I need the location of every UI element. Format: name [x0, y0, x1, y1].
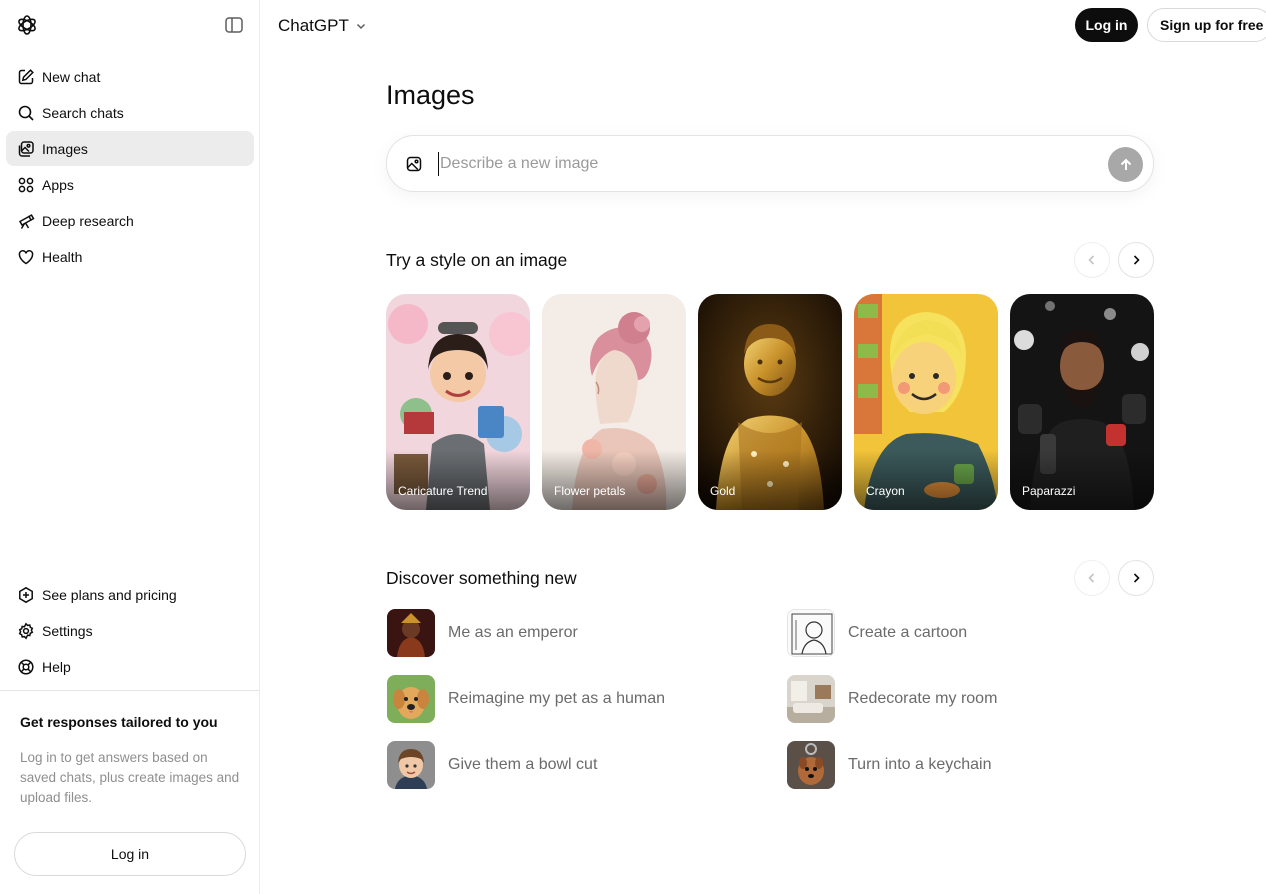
- style-card-label: Paparazzi: [1022, 484, 1076, 498]
- discover-item-redecorate-room[interactable]: Redecorate my room: [787, 675, 997, 723]
- arrow-up-icon: [1120, 158, 1131, 170]
- promo-title: Get responses tailored to you: [20, 714, 218, 730]
- sidebar-item-health[interactable]: Health: [6, 239, 254, 274]
- sidebar-nav: New chat Search chats Images Apps Deep r…: [6, 59, 254, 275]
- openai-logo-icon[interactable]: [15, 13, 39, 37]
- card-shade: [542, 450, 686, 510]
- cartoon-thumbnail: [787, 609, 835, 657]
- sidebar-toggle-icon[interactable]: [224, 15, 244, 35]
- sidebar-item-plans[interactable]: See plans and pricing: [6, 577, 254, 612]
- sidebar-item-settings[interactable]: Settings: [6, 613, 254, 648]
- style-card-flower-petals[interactable]: Flower petals: [542, 294, 686, 510]
- model-name: ChatGPT: [278, 16, 349, 35]
- style-card-label: Caricature Trend: [398, 484, 488, 498]
- compose-icon: [17, 68, 35, 86]
- discover-item-cartoon[interactable]: Create a cartoon: [787, 609, 967, 657]
- discover-section-title: Discover something new: [386, 568, 577, 588]
- sidebar-login-button[interactable]: Log in: [14, 832, 246, 876]
- styles-section-title: Try a style on an image: [386, 250, 568, 270]
- apps-grid-icon: [17, 176, 35, 194]
- telescope-icon: [17, 212, 35, 230]
- keychain-thumbnail: [787, 741, 835, 789]
- heart-icon: [17, 248, 35, 266]
- chevron-right-icon: [1133, 573, 1140, 583]
- sidebar: New chat Search chats Images Apps Deep r…: [0, 0, 260, 894]
- room-thumbnail: [787, 675, 835, 723]
- pet-thumbnail: [387, 675, 435, 723]
- style-card-label: Gold: [710, 484, 736, 498]
- gear-icon: [17, 622, 35, 640]
- card-shade: [386, 450, 530, 510]
- emperor-thumbnail: [387, 609, 435, 657]
- sidebar-item-apps[interactable]: Apps: [6, 167, 254, 202]
- sidebar-item-label: Settings: [42, 622, 93, 639]
- help-lifebuoy-icon: [17, 658, 35, 676]
- image-composer: [386, 135, 1154, 192]
- discover-item-bowl-cut[interactable]: Give them a bowl cut: [387, 741, 597, 789]
- sidebar-item-help[interactable]: Help: [6, 649, 254, 684]
- sidebar-item-label: See plans and pricing: [42, 586, 177, 603]
- discover-item-label: Give them a bowl cut: [448, 756, 598, 773]
- style-card-crayon[interactable]: Crayon: [854, 294, 998, 510]
- signup-button[interactable]: Sign up for free: [1147, 8, 1266, 42]
- card-shade: [1010, 450, 1154, 510]
- discover-item-label: Reimagine my pet as a human: [448, 690, 665, 707]
- sidebar-item-label: Deep research: [42, 212, 134, 229]
- image-upload-icon[interactable]: [405, 155, 423, 173]
- login-button[interactable]: Log in: [1075, 8, 1138, 42]
- sidebar-item-deep-research[interactable]: Deep research: [6, 203, 254, 238]
- discover-item-label: Redecorate my room: [848, 690, 998, 707]
- bowl-cut-thumbnail: [387, 741, 435, 789]
- plans-icon: [17, 586, 35, 604]
- styles-prev-button[interactable]: [1074, 242, 1110, 278]
- styles-next-button[interactable]: [1118, 242, 1154, 278]
- discover-item-label: Me as an emperor: [448, 624, 578, 641]
- model-switcher[interactable]: ChatGPT: [278, 14, 367, 38]
- card-shade: [698, 450, 842, 510]
- describe-image-input[interactable]: [438, 152, 1098, 176]
- sidebar-item-label: Help: [42, 658, 71, 675]
- search-icon: [17, 104, 35, 122]
- discover-item-label: Create a cartoon: [848, 624, 968, 641]
- sidebar-bottom-nav: See plans and pricing Settings Help: [6, 577, 254, 685]
- images-icon: [17, 140, 35, 158]
- chevron-left-icon: [1088, 255, 1095, 265]
- sidebar-item-search-chats[interactable]: Search chats: [6, 95, 254, 130]
- discover-item-label: Turn into a keychain: [848, 756, 992, 773]
- chevron-down-icon: [356, 23, 365, 30]
- discover-item-emperor[interactable]: Me as an emperor: [387, 609, 578, 657]
- page-title: Images: [386, 80, 475, 110]
- discover-next-button[interactable]: [1118, 560, 1154, 596]
- card-shade: [854, 450, 998, 510]
- style-card-label: Crayon: [866, 484, 905, 498]
- sidebar-item-label: Health: [42, 248, 83, 265]
- sidebar-item-label: Search chats: [42, 104, 124, 121]
- chevron-right-icon: [1133, 255, 1140, 265]
- sidebar-item-label: Images: [42, 140, 88, 157]
- style-card-label: Flower petals: [554, 484, 626, 498]
- discover-prev-button[interactable]: [1074, 560, 1110, 596]
- style-card-gold[interactable]: Gold: [698, 294, 842, 510]
- style-card-paparazzi[interactable]: Paparazzi: [1010, 294, 1154, 510]
- sidebar-item-label: Apps: [42, 176, 74, 193]
- sidebar-item-label: New chat: [42, 68, 101, 85]
- discover-item-keychain[interactable]: Turn into a keychain: [787, 741, 991, 789]
- sidebar-item-images[interactable]: Images: [6, 131, 254, 166]
- chevron-left-icon: [1088, 573, 1095, 583]
- sidebar-divider: [0, 690, 259, 691]
- discover-item-pet-human[interactable]: Reimagine my pet as a human: [387, 675, 665, 723]
- send-button[interactable]: [1108, 147, 1143, 182]
- sidebar-item-new-chat[interactable]: New chat: [6, 59, 254, 94]
- style-card-caricature-trend[interactable]: Caricature Trend: [386, 294, 530, 510]
- promo-text: Log in to get answers based on saved cha…: [20, 750, 240, 805]
